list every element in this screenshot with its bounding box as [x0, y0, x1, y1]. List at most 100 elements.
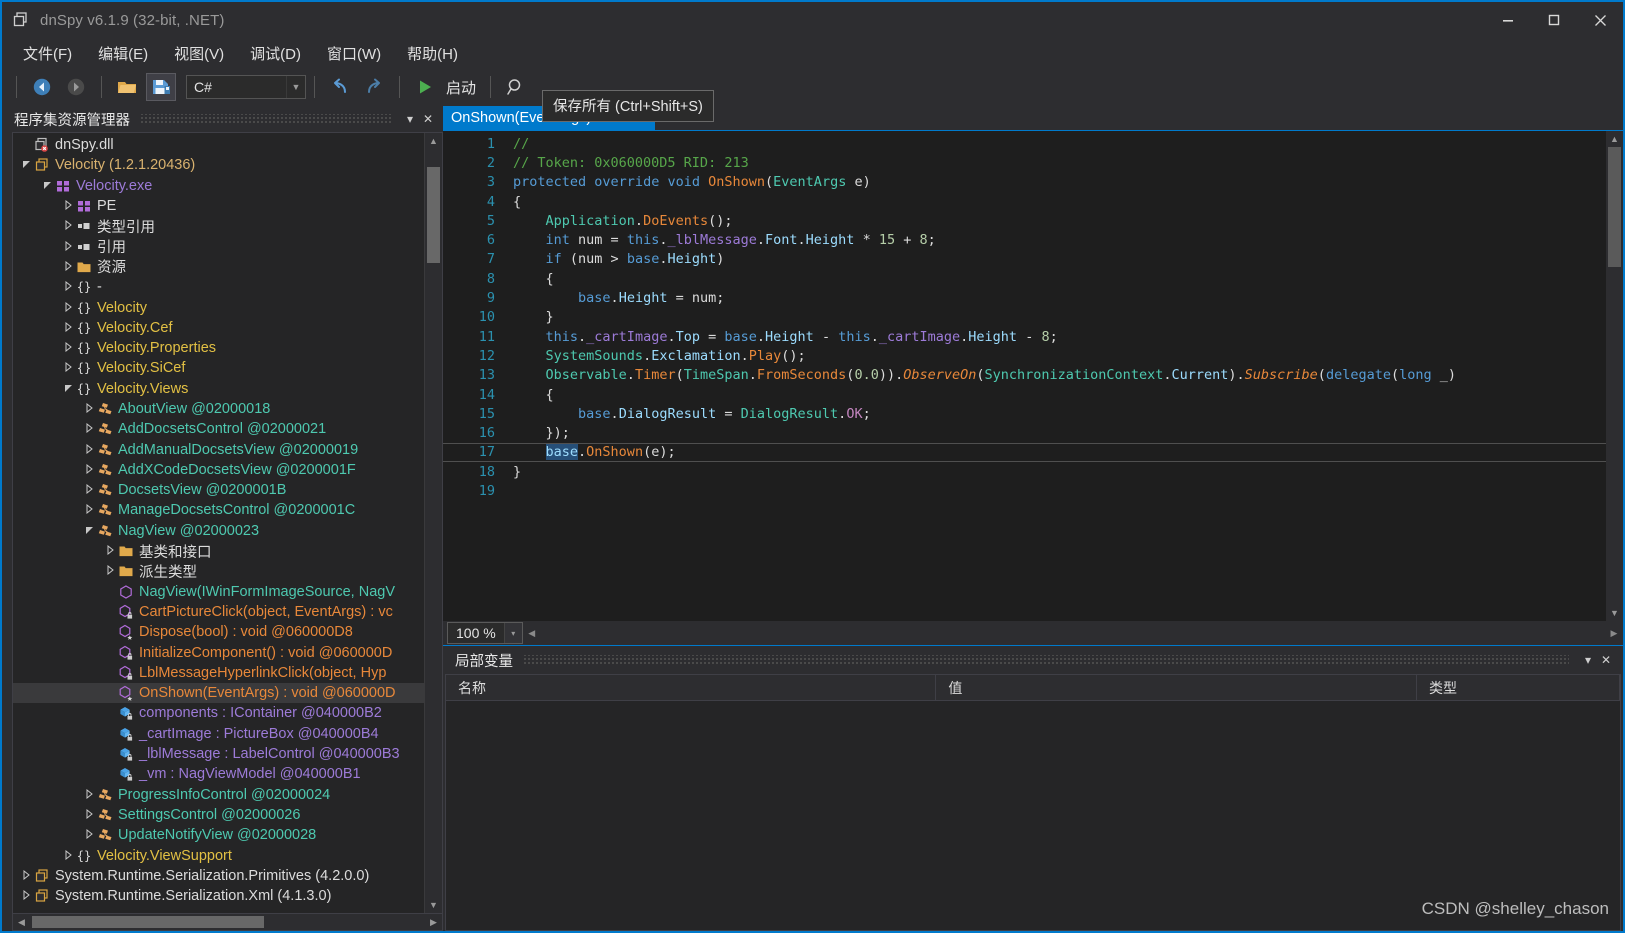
- tree-node[interactable]: 类型引用: [13, 216, 424, 236]
- chevron-right-icon[interactable]: [82, 443, 96, 456]
- chevron-right-icon[interactable]: [19, 869, 33, 882]
- tree-scroll-track[interactable]: [425, 149, 442, 897]
- code-line[interactable]: 4{: [443, 192, 1606, 211]
- tree-node[interactable]: UpdateNotifyView @02000028: [13, 825, 424, 845]
- code-line[interactable]: 16 });: [443, 423, 1606, 442]
- tree-node[interactable]: {} Velocity.Cef: [13, 318, 424, 338]
- tree-node[interactable]: dnSpy.dll: [13, 135, 424, 155]
- tree-node[interactable]: {} Velocity.Properties: [13, 338, 424, 358]
- code-line-current[interactable]: 17 base.OnShown(e);: [443, 442, 1606, 463]
- chevron-right-icon[interactable]: [61, 220, 75, 232]
- menu-debug[interactable]: 调试(D): [237, 39, 314, 68]
- tree-node[interactable]: System.Runtime.Serialization.Primitives …: [13, 866, 424, 886]
- editor-scroll-track[interactable]: [1606, 147, 1623, 605]
- search-icon[interactable]: [501, 73, 531, 101]
- menu-view[interactable]: 视图(V): [161, 39, 237, 68]
- code-line[interactable]: 14 {: [443, 385, 1606, 404]
- tree-node[interactable]: NagView(IWinFormImageSource, NagV: [13, 582, 424, 602]
- code-line[interactable]: 13 Observable.Timer(TimeSpan.FromSeconds…: [443, 366, 1606, 385]
- tree-node[interactable]: {} Velocity: [13, 297, 424, 317]
- chevron-right-icon[interactable]: [82, 829, 96, 841]
- chevron-right-icon[interactable]: [61, 342, 75, 354]
- tree-node[interactable]: Velocity (1.2.1.20436): [13, 155, 424, 175]
- tree-node[interactable]: 资源: [13, 257, 424, 277]
- tree-hscroll-thumb[interactable]: [32, 916, 264, 928]
- chevron-right-icon[interactable]: [61, 362, 75, 374]
- tree-node[interactable]: {} Velocity.Views: [13, 379, 424, 399]
- tree-node[interactable]: CartPictureClick(object, EventArgs) : vc: [13, 602, 424, 622]
- tree-node[interactable]: AddManualDocsetsView @02000019: [13, 439, 424, 459]
- code-line[interactable]: 1 //: [443, 134, 1606, 153]
- code-line[interactable]: 18}: [443, 462, 1606, 481]
- editor-scroll-right-icon[interactable]: ▶: [1605, 628, 1623, 639]
- tree-node[interactable]: {} -: [13, 277, 424, 297]
- code-line[interactable]: 12 SystemSounds.Exclamation.Play();: [443, 346, 1606, 365]
- code-editor[interactable]: 1 // 2 // Token: 0x060000D5 RID: 213 3 protec…: [443, 130, 1623, 621]
- code-line[interactable]: 3 protected override void OnShown(EventAr…: [443, 173, 1606, 192]
- code-line[interactable]: 19: [443, 481, 1606, 500]
- tree-node[interactable]: ManageDocsetsControl @0200001C: [13, 500, 424, 520]
- tree-node[interactable]: Dispose(bool) : void @060000D8: [13, 622, 424, 642]
- chevron-right-icon[interactable]: [19, 890, 33, 902]
- tree-node[interactable]: DocsetsView @0200001B: [13, 480, 424, 500]
- assembly-tree[interactable]: dnSpy.dll Velocity (1.2.1.20436) Velocity.…: [13, 133, 424, 913]
- tree-node[interactable]: 基类和接口: [13, 541, 424, 561]
- editor-scroll-left-icon[interactable]: ◀: [523, 628, 541, 639]
- chevron-right-icon[interactable]: [61, 240, 75, 253]
- tree-node[interactable]: PE: [13, 196, 424, 216]
- scroll-left-icon[interactable]: ◀: [13, 917, 30, 928]
- code-line[interactable]: 2 // Token: 0x060000D5 RID: 213: [443, 153, 1606, 172]
- chevron-right-icon[interactable]: [61, 281, 75, 293]
- tree-horizontal-scrollbar[interactable]: ◀ ▶: [12, 914, 443, 931]
- editor-scroll-thumb[interactable]: [1608, 147, 1621, 267]
- tree-node[interactable]: AddXCodeDocsetsView @0200001F: [13, 460, 424, 480]
- tree-node[interactable]: ProgressInfoControl @02000024: [13, 785, 424, 805]
- chevron-down-icon[interactable]: [82, 525, 96, 537]
- tree-node-selected[interactable]: OnShown(EventArgs) : void @060000D: [13, 683, 424, 704]
- chevron-down-icon[interactable]: [40, 180, 54, 192]
- code-line[interactable]: 10 }: [443, 308, 1606, 327]
- code-lines[interactable]: 1 // 2 // Token: 0x060000D5 RID: 213 3 protec…: [443, 131, 1606, 621]
- tree-node[interactable]: 派生类型: [13, 561, 424, 581]
- chevron-right-icon[interactable]: [61, 260, 75, 273]
- scroll-down-icon[interactable]: ▼: [429, 897, 438, 913]
- code-line[interactable]: 11 this._cartImage.Top = base.Height - t…: [443, 327, 1606, 346]
- tree-node[interactable]: NagView @02000023: [13, 521, 424, 541]
- chevron-right-icon[interactable]: [82, 504, 96, 516]
- tree-node[interactable]: LblMessageHyperlinkClick(object, Hyp: [13, 663, 424, 683]
- locals-close-icon[interactable]: ✕: [1597, 653, 1615, 667]
- chevron-right-icon[interactable]: [82, 788, 96, 801]
- tree-node[interactable]: Velocity.exe: [13, 176, 424, 196]
- locals-drag-grip[interactable]: [523, 655, 1569, 665]
- tree-hscroll-track[interactable]: [30, 914, 425, 930]
- tree-node[interactable]: {} Velocity.SiCef: [13, 358, 424, 378]
- pane-drag-grip[interactable]: [140, 114, 391, 124]
- code-line[interactable]: 7 if (num > base.Height): [443, 250, 1606, 269]
- start-button-label[interactable]: 启动: [446, 77, 476, 98]
- editor-vertical-scrollbar[interactable]: ▲ ▼: [1606, 131, 1623, 621]
- pane-menu-icon[interactable]: ▾: [401, 112, 419, 126]
- chevron-right-icon[interactable]: [61, 301, 75, 314]
- chevron-right-icon[interactable]: [61, 199, 75, 212]
- tree-node[interactable]: 引用: [13, 236, 424, 256]
- tree-node[interactable]: AddDocsetsControl @02000021: [13, 419, 424, 439]
- chevron-right-icon[interactable]: [61, 849, 75, 862]
- chevron-right-icon[interactable]: [103, 545, 117, 557]
- zoom-combo[interactable]: 100 % ▾: [447, 622, 523, 644]
- maximize-button[interactable]: [1531, 2, 1577, 38]
- tree-node[interactable]: InitializeComponent() : void @060000D: [13, 642, 424, 662]
- editor-horizontal-scrollbar[interactable]: ◀ ▶: [523, 621, 1623, 645]
- chevron-right-icon[interactable]: [82, 463, 96, 476]
- scroll-right-icon[interactable]: ▶: [425, 917, 442, 928]
- undo-icon[interactable]: [325, 73, 355, 101]
- locals-column-header[interactable]: 类型: [1417, 675, 1620, 700]
- language-combo[interactable]: C# ▼: [186, 75, 306, 99]
- menu-window[interactable]: 窗口(W): [314, 39, 394, 68]
- tree-node[interactable]: SettingsControl @02000026: [13, 805, 424, 825]
- locals-column-header[interactable]: 值: [936, 675, 1418, 700]
- chevron-right-icon[interactable]: [103, 565, 117, 577]
- locals-rows[interactable]: [446, 701, 1620, 930]
- tree-vertical-scrollbar[interactable]: ▲ ▼: [424, 133, 442, 913]
- menu-help[interactable]: 帮助(H): [394, 39, 471, 68]
- tree-node[interactable]: {} Velocity.ViewSupport: [13, 845, 424, 865]
